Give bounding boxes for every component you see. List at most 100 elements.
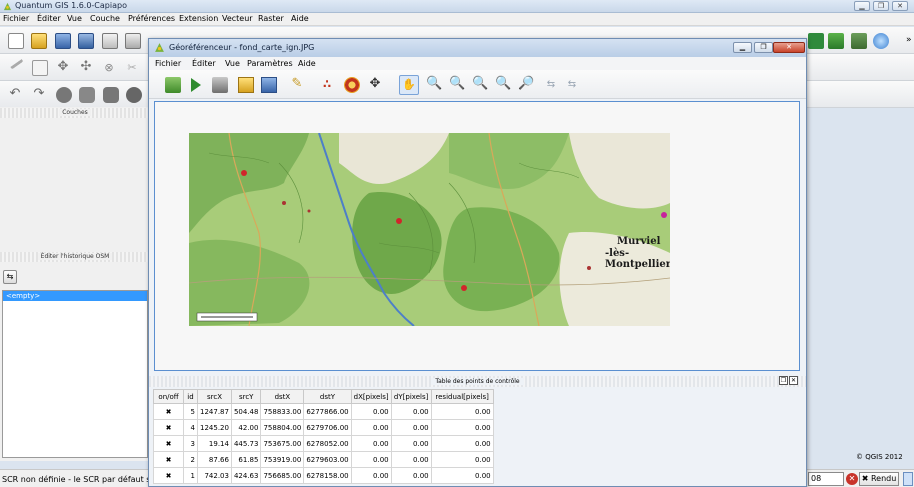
col-header[interactable]: dY[pixels] xyxy=(390,389,432,404)
gcp-marker[interactable] xyxy=(241,170,247,176)
menu-couche[interactable]: Couche xyxy=(90,14,120,23)
osm-history-list[interactable]: <empty> xyxy=(2,290,148,458)
load-gcp-icon[interactable] xyxy=(238,77,254,93)
generate-gdal-script-icon[interactable] xyxy=(212,77,228,93)
gcp-enabled-checkbox[interactable]: ✖ xyxy=(153,451,184,468)
menu-aide[interactable]: Aide xyxy=(291,14,309,23)
move-feature-icon[interactable]: ✥ xyxy=(55,60,71,76)
col-header[interactable]: dstX xyxy=(260,389,305,404)
georef-maximize-button[interactable]: ❐ xyxy=(754,42,773,53)
zoom-to-layer-icon[interactable]: 🔍 xyxy=(472,77,488,93)
gcp-enabled-checkbox[interactable]: ✖ xyxy=(153,467,184,484)
toolbar-overflow-icon[interactable]: » xyxy=(906,35,912,45)
col-header[interactable]: srcY xyxy=(230,389,262,404)
stop-render-icon[interactable]: ✕ xyxy=(846,473,858,485)
osm-undo-button[interactable]: ⇆ xyxy=(3,270,17,284)
gcp-enabled-checkbox[interactable]: ✖ xyxy=(153,435,184,452)
save-project-icon[interactable] xyxy=(55,33,71,49)
table-row[interactable]: ✖ 3 19.14 445.73 753675.00 6278052.00 0.… xyxy=(153,435,494,452)
save-as-icon[interactable] xyxy=(78,33,94,49)
table-row[interactable]: ✖ 1 742.03 424.63 756685.00 6278158.00 0… xyxy=(153,467,494,484)
georef-close-button[interactable]: ✕ xyxy=(773,42,805,53)
gcp-cell[interactable]: 19.14 xyxy=(197,435,232,452)
add-ring-icon[interactable] xyxy=(79,87,95,103)
gcp-cell[interactable]: 6279603.00 xyxy=(303,451,352,468)
edit-pencil-icon[interactable] xyxy=(8,56,24,70)
table-row[interactable]: ✖ 5 1247.87 504.48 758833.00 6277866.00 … xyxy=(153,403,494,420)
gcp-cell[interactable]: 756685.00 xyxy=(260,467,305,484)
delete-selected-icon[interactable]: ⊗ xyxy=(101,60,117,76)
maximize-button[interactable]: ❐ xyxy=(873,1,889,11)
delete-ring-icon[interactable] xyxy=(126,87,142,103)
gcp-cell[interactable]: 445.73 xyxy=(230,435,262,452)
gcp-cell[interactable]: 6278052.00 xyxy=(303,435,352,452)
col-header[interactable]: on/off xyxy=(153,389,184,404)
georef-menu-fichier[interactable]: Fichier xyxy=(155,59,181,68)
gcp-cell[interactable]: 504.48 xyxy=(230,403,262,420)
link-georef-to-qgis-icon[interactable]: ⇆ xyxy=(543,77,559,93)
layers-tree[interactable] xyxy=(2,119,148,249)
add-point-icon[interactable]: ∴ xyxy=(319,77,335,93)
menu-extension[interactable]: Extension xyxy=(179,14,218,23)
transform-settings-icon[interactable]: ✎ xyxy=(289,77,305,93)
save-edits-icon[interactable] xyxy=(32,60,48,76)
print-composer-icon[interactable] xyxy=(102,33,118,49)
print-icon[interactable] xyxy=(125,33,141,49)
gcp-cell[interactable]: 753919.00 xyxy=(260,451,305,468)
osm-list-item[interactable]: <empty> xyxy=(3,291,147,301)
gcp-cell[interactable]: 1245.20 xyxy=(197,419,232,436)
gcp-cell[interactable]: 61.85 xyxy=(230,451,262,468)
add-part-icon[interactable] xyxy=(103,87,119,103)
gcp-cell[interactable]: 6279706.00 xyxy=(303,419,352,436)
col-header[interactable]: dstY xyxy=(303,389,352,404)
zoom-last-icon[interactable]: 🔍 xyxy=(495,77,511,93)
minimize-button[interactable]: ▁ xyxy=(854,1,870,11)
zoom-next-icon[interactable]: 🔎 xyxy=(518,77,534,93)
add-layer-icon[interactable] xyxy=(808,33,824,49)
node-tool-icon[interactable]: ✣ xyxy=(78,60,94,76)
redo-icon[interactable]: ↷ xyxy=(31,87,47,103)
gcp-marker[interactable] xyxy=(461,285,467,291)
pan-icon[interactable]: ✋ xyxy=(399,75,419,95)
gcp-cell[interactable]: 753675.00 xyxy=(260,435,305,452)
close-dock-icon[interactable]: ✕ xyxy=(789,376,798,385)
undo-icon[interactable]: ↶ xyxy=(7,87,23,103)
gcp-marker[interactable] xyxy=(396,218,402,224)
col-header[interactable]: srcX xyxy=(197,389,232,404)
render-toggle[interactable]: ✖ Rendu xyxy=(859,472,899,486)
table-row[interactable]: ✖ 2 87.66 61.85 753919.00 6279603.00 0.0… xyxy=(153,451,494,468)
table-row[interactable]: ✖ 4 1245.20 42.00 758804.00 6279706.00 0… xyxy=(153,419,494,436)
start-georef-icon[interactable] xyxy=(191,78,201,92)
gcp-enabled-checkbox[interactable]: ✖ xyxy=(153,419,184,436)
menu-fichier[interactable]: Fichier xyxy=(3,14,29,23)
gcp-cell[interactable]: 42.00 xyxy=(230,419,262,436)
georef-menu-aide[interactable]: Aide xyxy=(298,59,316,68)
georef-menu-parametres[interactable]: Paramètres xyxy=(247,59,293,68)
georef-menu-vue[interactable]: Vue xyxy=(225,59,240,68)
add-vector-icon[interactable] xyxy=(828,33,844,49)
link-qgis-to-georef-icon[interactable]: ⇆ xyxy=(564,77,580,93)
georef-menu-editer[interactable]: Éditer xyxy=(192,59,216,68)
menu-vecteur[interactable]: Vecteur xyxy=(222,14,253,23)
col-header[interactable]: dX[pixels] xyxy=(350,389,392,404)
cut-features-icon[interactable]: ✂ xyxy=(124,60,140,76)
add-wms-icon[interactable] xyxy=(873,33,889,49)
close-button[interactable]: ✕ xyxy=(892,1,908,11)
menu-vue[interactable]: Vue xyxy=(67,14,82,23)
gcp-cell[interactable]: 6277866.00 xyxy=(303,403,352,420)
gcp-cell[interactable]: 758833.00 xyxy=(260,403,305,420)
gcp-cell[interactable]: 742.03 xyxy=(197,467,232,484)
georef-minimize-button[interactable]: ▁ xyxy=(733,42,752,53)
gcp-cell[interactable]: 758804.00 xyxy=(260,419,305,436)
zoom-out-icon[interactable]: 🔍 xyxy=(449,77,465,93)
scale-field[interactable]: 08 xyxy=(808,472,844,486)
open-project-icon[interactable] xyxy=(31,33,47,49)
save-gcp-icon[interactable] xyxy=(261,77,277,93)
simplify-icon[interactable] xyxy=(56,87,72,103)
gcp-cell[interactable]: 6278158.00 xyxy=(303,467,352,484)
gcp-cell[interactable]: 87.66 xyxy=(197,451,232,468)
zoom-in-icon[interactable]: 🔍 xyxy=(426,77,442,93)
gcp-marker[interactable] xyxy=(661,212,667,218)
float-dock-icon[interactable]: ❐ xyxy=(779,376,788,385)
menu-editer[interactable]: Éditer xyxy=(37,14,61,23)
